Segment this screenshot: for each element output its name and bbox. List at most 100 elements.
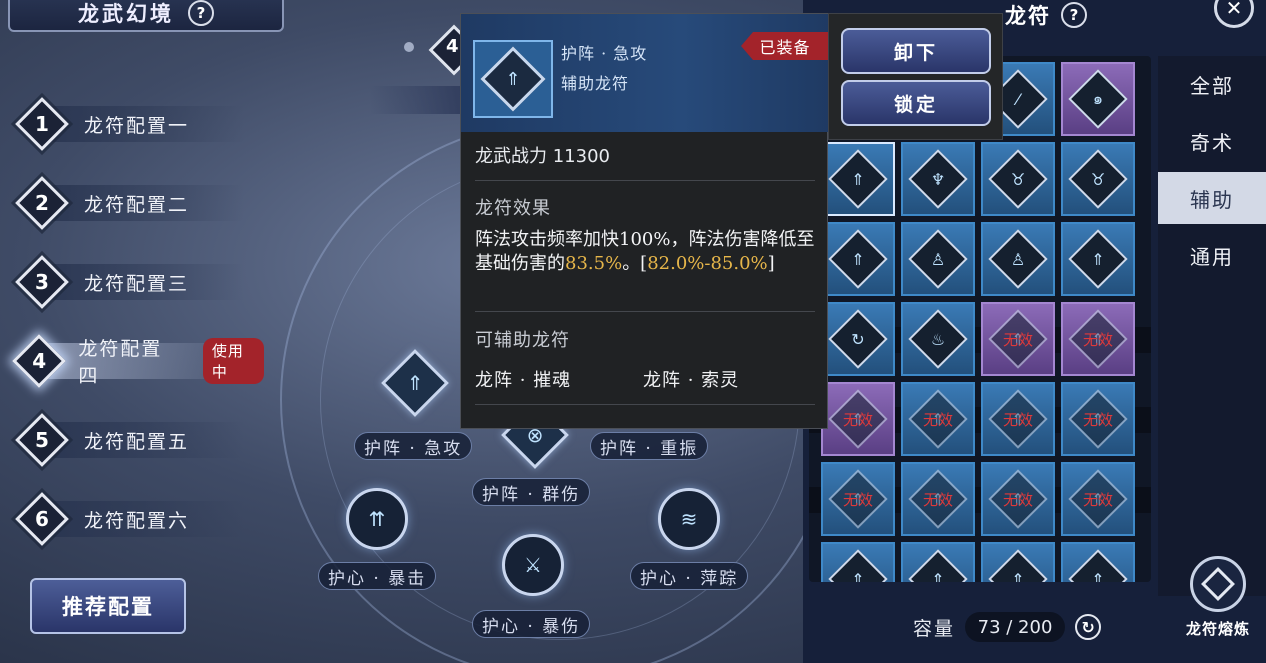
rune-cell[interactable]: ♆ (901, 142, 975, 216)
tab-2[interactable]: 奇术 (1158, 115, 1266, 167)
rune-cell[interactable]: ⇑ (821, 142, 895, 216)
power-value: 11300 (552, 146, 610, 167)
capacity-row: 容量 73 / 200 ↻ (913, 612, 1102, 642)
config-label: 龙符配置五 (84, 430, 190, 453)
rune-icon: ♙ (1010, 249, 1026, 269)
rune-cell[interactable]: ↻ (821, 302, 895, 376)
wheel-slot-4[interactable]: ⇈ (346, 488, 408, 550)
rune-icon: ⁄ (1016, 89, 1020, 109)
rune-actions: 卸下 锁定 (828, 13, 1003, 140)
config-label: 龙符配置四 (78, 338, 163, 387)
config-item-1[interactable]: 1 龙符配置一 (14, 94, 264, 154)
rune-panel-header: 龙符 ? (1005, 0, 1087, 30)
slot-1-label: 护阵 · 急攻 (354, 432, 473, 460)
invalid-label: 无效 (1082, 331, 1113, 349)
rune-icon: ⇑ (1091, 569, 1105, 583)
config-item-2[interactable]: 2 龙符配置二 (14, 173, 264, 233)
slot-4-icon: ⇈ (368, 507, 386, 531)
slot-5-icon: ⚔ (524, 553, 542, 577)
rune-icon: ♉ (1010, 169, 1026, 189)
recommend-config-button[interactable]: 推荐配置 (30, 578, 186, 634)
invalid-label: 无效 (842, 491, 873, 509)
effect-text-bracket: 。[ (622, 253, 648, 274)
divider (475, 311, 815, 312)
config-label: 龙符配置一 (84, 114, 190, 137)
slot-5-label: 护心 · 暴伤 (472, 610, 591, 638)
effect-range: 82.0%-85.0% (647, 253, 768, 274)
wheel-slot-band (370, 86, 470, 114)
config-number-badge: 4 (12, 333, 67, 389)
unequip-button[interactable]: 卸下 (841, 28, 991, 74)
tab-1[interactable]: 全部 (1158, 58, 1266, 110)
effect-title: 龙符效果 (475, 198, 551, 219)
rune-icon: ⇑ (1091, 249, 1105, 269)
assist-item: 龙阵 · 索灵 (643, 370, 740, 391)
help-icon[interactable]: ? (188, 0, 214, 26)
rune-cell[interactable]: ♙ (901, 222, 975, 296)
slot-1-icon: ⇑ (406, 371, 424, 395)
assist-item: 龙阵 · 摧魂 (475, 370, 572, 391)
rune-help-icon[interactable]: ? (1061, 2, 1087, 28)
page-title: 龙武幻境 (78, 1, 174, 26)
rune-icon: ⇑ (851, 249, 865, 269)
rune-icon: ๑ (1092, 88, 1104, 108)
config-item-5[interactable]: 5 龙符配置五 (14, 410, 264, 470)
rune-cell[interactable]: ⇑ (981, 542, 1055, 582)
rune-cell[interactable]: ⇑ (1061, 542, 1135, 582)
lock-button[interactable]: 锁定 (841, 80, 991, 126)
rune-icon: ♙ (930, 249, 946, 269)
divider (475, 180, 815, 181)
tooltip-rune-type: 辅助龙符 (561, 74, 630, 93)
power-label: 龙武战力 (475, 146, 547, 167)
divider (475, 404, 815, 405)
invalid-label: 无效 (922, 491, 953, 509)
rune-cell[interactable]: ♙ (981, 222, 1055, 296)
capacity-value: 73 / 200 (965, 612, 1066, 642)
rune-icon: ♉ (1090, 169, 1106, 189)
rune-cell[interactable]: ♉ (981, 142, 1055, 216)
invalid-label: 无效 (1082, 411, 1113, 429)
rune-icon: ♆ (930, 169, 946, 189)
smelt-icon (1190, 556, 1246, 612)
rune-cell[interactable]: ♨ (901, 302, 975, 376)
slot-4-label: 护心 · 暴击 (318, 562, 437, 590)
invalid-label: 无效 (922, 411, 953, 429)
config-number-badge: 2 (14, 175, 70, 231)
rune-smelt-button[interactable]: 龙符熔炼 (1178, 556, 1258, 639)
recommend-config-label: 推荐配置 (62, 594, 154, 619)
rune-cell[interactable]: ⇑ (1061, 222, 1135, 296)
tooltip-rune-icon: ⇑ (473, 40, 553, 118)
wheel-slot-1[interactable]: ⇑ (380, 348, 450, 418)
category-tabs: 全部 奇术 辅助 通用 (1158, 56, 1266, 596)
invalid-label: 无效 (1082, 491, 1113, 509)
refresh-icon[interactable]: ↻ (1075, 614, 1102, 640)
config-item-6[interactable]: 6 龙符配置六 (14, 489, 264, 549)
effect-text-close: ] (767, 253, 775, 274)
tab-4[interactable]: 通用 (1158, 229, 1266, 281)
invalid-label: 无效 (1002, 411, 1033, 429)
slot-3-label: 护阵 · 重振 (590, 432, 709, 460)
wheel-slot-6[interactable]: ≋ (658, 488, 720, 550)
effect-description: 阵法攻击频率加快100%，阵法伤害降低至基础伤害的83.5%。[82.0%-85… (475, 228, 820, 276)
rune-cell[interactable]: ⇑ (821, 222, 895, 296)
config-item-3[interactable]: 3 龙符配置三 (14, 252, 264, 312)
config-label: 龙符配置三 (84, 272, 190, 295)
capacity-label: 容量 (913, 617, 956, 640)
rune-icon: ⇑ (851, 569, 865, 583)
page-title-plate: 龙武幻境 ? (8, 0, 284, 32)
config-number-badge: 3 (14, 254, 70, 310)
rune-cell[interactable]: ๑ (1061, 62, 1135, 136)
config-number: 5 (35, 428, 49, 452)
config-number-badge: 6 (14, 491, 70, 547)
config-item-4[interactable]: 4 龙符配置四 使用中 (12, 331, 264, 391)
rune-cell[interactable]: ♉ (1061, 142, 1135, 216)
config-number-badge: 1 (14, 96, 70, 152)
rune-cell[interactable]: ⇑ (821, 542, 895, 582)
tab-3[interactable]: 辅助 (1158, 172, 1266, 224)
wheel-dot (404, 42, 414, 52)
rune-icon: ⇑ (1011, 569, 1025, 583)
equipped-badge: 已装备 (741, 32, 829, 60)
wheel-slot-5[interactable]: ⚔ (502, 534, 564, 596)
rune-cell[interactable]: ⇑ (901, 542, 975, 582)
config-number: 2 (35, 191, 49, 215)
